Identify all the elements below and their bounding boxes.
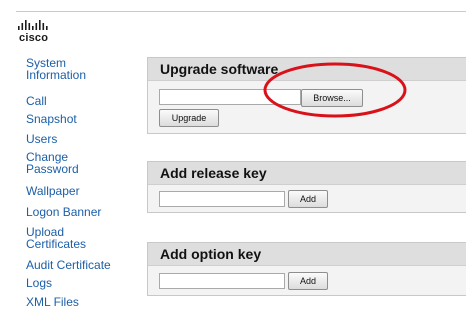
add-release-key-button[interactable]: Add	[288, 190, 328, 208]
add-option-key-button[interactable]: Add	[288, 272, 328, 290]
sidebar-item-label: Information	[26, 68, 87, 82]
sidebar-item-label: Wallpaper	[26, 184, 80, 198]
sidebar-item-change-password[interactable]: Change Password	[26, 151, 136, 185]
software-file-input[interactable]	[159, 89, 301, 105]
release-key-title: Add release key	[148, 162, 466, 185]
sidebar-item-users[interactable]: Users	[26, 133, 136, 151]
browse-button[interactable]: Browse...	[301, 89, 363, 107]
sidebar-item-label: Audit Certificate	[26, 258, 111, 272]
option-key-title: Add option key	[148, 243, 466, 266]
option-key-panel: Add option key Add	[147, 242, 466, 296]
sidebar-item-xml-files[interactable]: XML Files	[26, 296, 136, 310]
sidebar-item-label: XML Files	[26, 295, 79, 309]
sidebar-item-audit-certificate[interactable]: Audit Certificate	[26, 259, 136, 277]
cisco-wordmark: cisco	[19, 32, 49, 44]
sidebar-item-upload-certificates[interactable]: Upload Certificates	[26, 226, 136, 259]
upgrade-software-panel: Upgrade software Browse... Upgrade	[147, 57, 466, 134]
sidebar-item-snapshot[interactable]: Snapshot	[26, 113, 136, 133]
top-divider	[16, 11, 466, 12]
sidebar-item-call[interactable]: Call	[26, 95, 136, 113]
sidebar-item-label: Certificates	[26, 237, 87, 251]
release-key-input[interactable]	[159, 191, 285, 207]
sidebar-item-system-information[interactable]: System Information	[26, 57, 136, 87]
cisco-logo: cisco	[17, 19, 57, 45]
sidebar-item-logon-banner[interactable]: Logon Banner	[26, 206, 136, 226]
cisco-bars-icon	[18, 20, 48, 30]
sidebar-item-logs[interactable]: Logs	[26, 277, 136, 296]
sidebar-item-wallpaper[interactable]: Wallpaper	[26, 185, 136, 206]
sidebar-item-label: Password	[26, 162, 79, 176]
option-key-input[interactable]	[159, 273, 285, 289]
sidebar-item-label: Call	[26, 94, 47, 108]
sidebar-item-label: Logon Banner	[26, 205, 102, 219]
upgrade-button[interactable]: Upgrade	[159, 109, 219, 127]
sidebar-item-label: Snapshot	[26, 112, 77, 126]
upgrade-software-title: Upgrade software	[148, 58, 466, 81]
sidebar-nav: System Information Call Snapshot Users C…	[26, 57, 136, 310]
sidebar-item-label: Users	[26, 132, 58, 146]
sidebar-item-label: Logs	[26, 276, 53, 290]
release-key-panel: Add release key Add	[147, 161, 466, 213]
